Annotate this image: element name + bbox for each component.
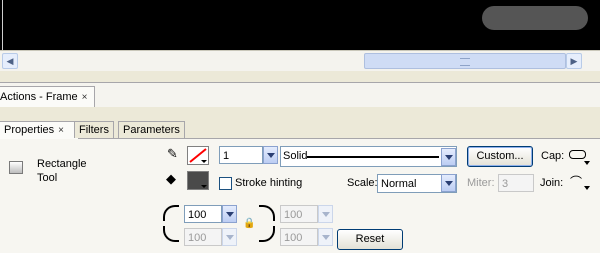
custom-stroke-button[interactable]: Custom... [467, 146, 533, 167]
corner-radius-top-left-dropdown[interactable] [222, 205, 237, 223]
paint-bucket-icon: ◆ [166, 171, 176, 186]
tab-filters[interactable]: Filters [74, 121, 114, 138]
stage-edge-line [2, 0, 3, 50]
stroke-style-label: Solid [283, 150, 308, 162]
cap-round-icon[interactable] [569, 150, 586, 159]
scroll-thumb[interactable] [364, 53, 566, 69]
scroll-right-arrow-icon: ▶ [570, 56, 578, 66]
chevron-down-icon [201, 185, 207, 188]
chevron-down-icon[interactable] [584, 161, 590, 165]
fill-color-swatch[interactable] [187, 171, 209, 190]
tool-name: Rectangle Tool [37, 158, 87, 184]
rectangle-tool-icon [9, 161, 23, 174]
stroke-style-dropdown[interactable] [441, 148, 456, 166]
tab-parameters[interactable]: Parameters [118, 121, 185, 138]
corner-radius-top-left-input[interactable]: 100 [184, 205, 222, 223]
corner-radius-bottom-right-input[interactable]: 100 [280, 228, 318, 246]
stroke-height-dropdown[interactable] [263, 146, 278, 164]
tab-properties-label: Properties [4, 124, 55, 136]
corner-radius-bottom-left-input[interactable]: 100 [184, 228, 222, 246]
tab-properties[interactable]: Properties × [0, 121, 79, 139]
tab-parameters-label: Parameters [123, 124, 180, 136]
miter-label: Miter: [467, 177, 495, 189]
join-round-icon[interactable]: ⌒ [570, 173, 582, 190]
close-icon[interactable]: × [82, 88, 88, 108]
properties-tabbar: Properties × Filters Parameters [0, 119, 600, 139]
close-icon[interactable]: × [58, 123, 64, 139]
stroke-hinting-checkbox[interactable] [219, 177, 232, 190]
horizontal-scrollbar[interactable]: ◀ ▶ [0, 50, 600, 71]
stroke-hinting-label: Stroke hinting [235, 177, 303, 189]
stage-shape[interactable] [482, 6, 588, 30]
stroke-color-swatch[interactable] [187, 146, 209, 165]
scale-label: Scale: [347, 177, 378, 189]
tab-actions-frame[interactable]: Actions - Frame × [0, 86, 95, 107]
stroke-style-preview [307, 156, 439, 158]
pencil-icon: ✎ [167, 146, 178, 161]
scale-dropdown[interactable] [441, 174, 456, 192]
scroll-right-button[interactable]: ▶ [566, 53, 582, 69]
corner-radius-bottom-right-dropdown[interactable] [318, 228, 333, 246]
corner-radius-top-right-input[interactable]: 100 [280, 205, 318, 223]
scroll-left-arrow-icon: ◀ [6, 56, 14, 66]
stroke-height-input[interactable]: 1 [219, 146, 263, 164]
reset-button[interactable]: Reset [337, 229, 403, 250]
actions-panel-header: Actions - Frame × [0, 82, 600, 108]
corner-radius-top-right-dropdown[interactable] [318, 205, 333, 223]
chevron-down-icon[interactable] [584, 186, 590, 190]
panel-gap [0, 71, 600, 81]
cap-label: Cap: [541, 150, 565, 162]
scroll-thumb-grip [460, 58, 470, 66]
stroke-style-select[interactable]: Solid [280, 146, 457, 167]
chevron-down-icon [201, 160, 207, 163]
corner-radius-bottom-left-dropdown[interactable] [222, 228, 237, 246]
lock-icon[interactable]: 🔒 [243, 218, 255, 229]
panel-gap-2 [0, 107, 600, 119]
scroll-left-button[interactable]: ◀ [2, 53, 18, 69]
join-label: Join: [540, 177, 564, 189]
miter-input[interactable]: 3 [498, 174, 534, 192]
tab-actions-label: Actions - Frame [0, 91, 78, 103]
tab-filters-label: Filters [79, 124, 109, 136]
stage-canvas[interactable] [0, 0, 600, 50]
